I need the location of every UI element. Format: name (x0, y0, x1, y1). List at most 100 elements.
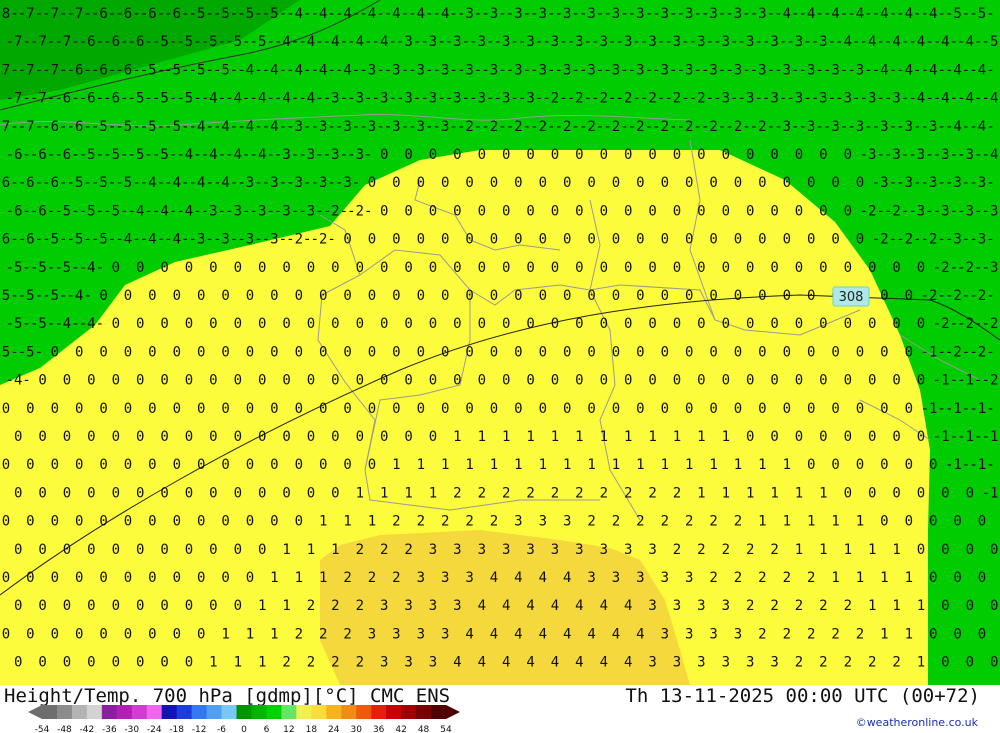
temp-glyph: -2- (689, 91, 714, 107)
temp-glyph: 1 (551, 429, 559, 445)
temp-glyph: -6- (6, 147, 31, 163)
temp-glyph: -7- (18, 119, 43, 135)
temp-glyph: 0 (14, 485, 22, 501)
temp-glyph: -6- (0, 232, 19, 248)
temp-glyph: -2- (872, 232, 897, 248)
temp-glyph: -3- (786, 91, 811, 107)
temp-glyph: 0 (368, 288, 376, 304)
temp-glyph: 0 (185, 260, 193, 276)
temp-glyph: 0 (966, 542, 974, 558)
temp-glyph: 0 (270, 344, 278, 360)
temp-glyph: 0 (221, 288, 229, 304)
temp-glyph: 0 (453, 147, 461, 163)
temp-glyph: -4- (140, 232, 165, 248)
temp-glyph: 0 (636, 175, 644, 191)
temp-glyph: -5- (250, 34, 275, 50)
temp-glyph: 2 (356, 598, 364, 614)
temp-glyph: -3- (530, 6, 555, 22)
temp-glyph: 0 (612, 175, 620, 191)
temp-glyph: 3 (380, 655, 388, 671)
temp-glyph: -3- (957, 203, 982, 219)
temp-glyph: 0 (746, 203, 754, 219)
temp-glyph: 3 (587, 570, 595, 586)
temp-glyph: 0 (697, 260, 705, 276)
temp-glyph: 0 (844, 260, 852, 276)
temp-glyph: -3- (969, 232, 994, 248)
temp-glyph: -4- (335, 6, 360, 22)
temp-glyph: 0 (38, 655, 46, 671)
temp-glyph: 0 (221, 457, 229, 473)
temp-glyph: 0 (758, 175, 766, 191)
temp-glyph: -1- (921, 344, 946, 360)
temp-glyph: 0 (209, 429, 217, 445)
temp-glyph: 3 (502, 542, 510, 558)
temp-glyph: 1 (697, 485, 705, 501)
temp-glyph: 0 (490, 288, 498, 304)
legend-swatch (431, 705, 447, 719)
temp-glyph: 2 (795, 598, 803, 614)
temp-glyph: 0 (2, 570, 10, 586)
legend-tick-label: 36 (373, 725, 385, 733)
temp-glyph: 0 (648, 260, 656, 276)
temp-glyph: 2 (770, 542, 778, 558)
temp-glyph: 1 (831, 514, 839, 530)
temp-glyph: 0 (148, 344, 156, 360)
temp-glyph: -5- (189, 6, 214, 22)
temp-glyph: -3- (847, 119, 872, 135)
contour-label-308: 308 (839, 290, 864, 305)
temp-glyph: 1 (697, 429, 705, 445)
temp-glyph: 4 (539, 626, 547, 642)
temp-glyph: 0 (892, 373, 900, 389)
temp-glyph: 3 (539, 514, 547, 530)
temp-glyph: -2- (628, 119, 653, 135)
temp-glyph: 4 (478, 655, 486, 671)
temp-glyph: -3- (225, 203, 250, 219)
temp-glyph: 0 (148, 401, 156, 417)
temp-glyph: 0 (258, 260, 266, 276)
temp-glyph: -6- (54, 147, 79, 163)
temp-glyph: -3- (237, 175, 262, 191)
temp-glyph: 2 (856, 626, 864, 642)
temp-glyph: 0 (905, 344, 913, 360)
temp-glyph: -2- (982, 373, 1000, 389)
temp-glyph: 2 (709, 570, 717, 586)
legend-swatch (341, 705, 357, 719)
temp-glyph: 0 (75, 514, 83, 530)
forecast-time: Th 13-11-2025 00:00 UTC (00+72) (625, 685, 980, 707)
temp-glyph: 0 (990, 598, 998, 614)
temp-glyph: 1 (722, 429, 730, 445)
temp-glyph: 0 (2, 514, 10, 530)
temp-glyph: 2 (734, 570, 742, 586)
temp-glyph: 0 (331, 316, 339, 332)
temp-glyph: 0 (343, 401, 351, 417)
temp-glyph: 3 (526, 542, 534, 558)
legend-swatch (191, 705, 208, 719)
temp-glyph: 0 (295, 514, 303, 530)
temp-glyph: -4- (359, 6, 384, 22)
temp-glyph: 0 (795, 147, 803, 163)
temp-glyph: -3- (445, 91, 470, 107)
temp-glyph: -3- (628, 6, 653, 22)
temp-glyph: 0 (392, 401, 400, 417)
temp-glyph: 0 (892, 429, 900, 445)
temp-glyph: 0 (453, 316, 461, 332)
temp-glyph: 0 (722, 260, 730, 276)
temp-glyph: -3- (347, 91, 372, 107)
temp-glyph: 0 (819, 429, 827, 445)
temp-glyph: 4 (502, 598, 510, 614)
temp-glyph: -4- (298, 34, 323, 50)
temp-glyph: 0 (282, 485, 290, 501)
temp-glyph: 0 (868, 260, 876, 276)
temp-glyph: 0 (746, 147, 754, 163)
temp-glyph: 0 (612, 344, 620, 360)
temp-glyph: -4- (213, 119, 238, 135)
temp-glyph: 0 (270, 401, 278, 417)
temp-glyph: 0 (258, 316, 266, 332)
legend-swatch (221, 705, 238, 719)
temp-glyph: 0 (795, 316, 803, 332)
temp-glyph: 3 (417, 626, 425, 642)
temp-glyph: -3- (408, 62, 433, 78)
temp-glyph: -7- (30, 34, 55, 50)
temp-glyph: 0 (465, 401, 473, 417)
temp-glyph: 0 (429, 260, 437, 276)
